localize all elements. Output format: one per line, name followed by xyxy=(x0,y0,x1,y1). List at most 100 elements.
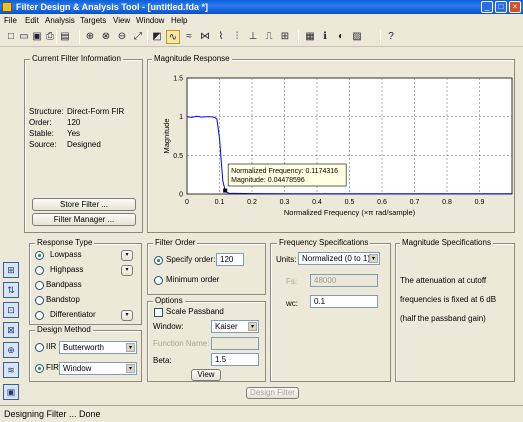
save-icon[interactable]: ▣ xyxy=(30,30,44,44)
window-title: Filter Design & Analysis Tool - [untitle… xyxy=(16,2,209,12)
filter-info-icon[interactable]: ℹ xyxy=(318,30,332,44)
view-button[interactable]: View xyxy=(191,369,221,381)
close-button[interactable]: × xyxy=(509,1,521,13)
fir-radio[interactable] xyxy=(35,364,44,373)
highpass-radio[interactable] xyxy=(35,266,44,275)
function-name-input[interactable] xyxy=(211,337,259,350)
x-axis-label: Normalized Frequency (×π rad/sample) xyxy=(284,208,416,217)
fs-input[interactable]: 48000 xyxy=(310,274,378,287)
zoom-y-icon[interactable]: ⊖ xyxy=(115,30,129,44)
design-method-title: Design Method xyxy=(35,325,93,335)
iir-method-select[interactable]: Butterworth ▾ xyxy=(59,341,137,354)
bandstop-label: Bandstop xyxy=(46,295,80,304)
zoom-x-icon[interactable]: ⊗ xyxy=(99,30,113,44)
menu-bar: File Edit Analysis Targets View Window H… xyxy=(0,14,523,27)
stable-value: Yes xyxy=(67,129,81,138)
open-icon[interactable]: ▭ xyxy=(17,30,31,44)
pole-zero-icon[interactable]: ⊞ xyxy=(278,30,292,44)
units-select[interactable]: Normalized (0 to 1) ▾ xyxy=(298,252,380,265)
beta-label: Beta: xyxy=(153,356,172,365)
pole-zero-editor-icon[interactable]: ⊠ xyxy=(3,322,19,338)
highpass-dropdown-chevron-icon[interactable]: ▾ xyxy=(121,265,133,276)
phase-response-icon[interactable]: ≈ xyxy=(182,30,196,44)
menu-window[interactable]: Window xyxy=(136,14,164,27)
lowpass-label: Lowpass xyxy=(50,250,82,259)
scale-passband-checkbox[interactable] xyxy=(154,308,163,317)
create-multirate-icon[interactable]: ⇅ xyxy=(3,282,19,298)
differentiator-dropdown-chevron-icon[interactable]: ▾ xyxy=(121,310,133,321)
maximize-button[interactable]: □ xyxy=(495,1,507,13)
x-tick-label: 0.7 xyxy=(410,199,420,206)
design-filter-icon[interactable]: ▣ xyxy=(3,384,19,400)
structure-label: Structure: xyxy=(29,107,64,116)
noise-icon[interactable]: ▨ xyxy=(350,30,364,44)
current-filter-title: Current Filter Information xyxy=(30,54,123,64)
transform-filter-icon[interactable]: ⊞ xyxy=(3,262,19,278)
chevron-down-icon: ▾ xyxy=(126,343,135,352)
iir-radio[interactable] xyxy=(35,343,44,352)
group-delay-icon[interactable]: ⌇ xyxy=(214,30,228,44)
x-tick-label: 0.1 xyxy=(215,199,225,206)
lowpass-radio[interactable] xyxy=(35,251,44,260)
print-icon[interactable]: ⎙ xyxy=(43,30,57,44)
whats-this-icon[interactable]: ? xyxy=(384,30,398,44)
datatip-marker xyxy=(223,188,228,193)
differentiator-radio[interactable] xyxy=(35,311,44,320)
phase-delay-icon[interactable]: ⫶ xyxy=(230,30,244,44)
window-select[interactable]: Kaiser ▾ xyxy=(211,320,259,333)
source-label: Source: xyxy=(29,140,57,149)
x-tick-label: 0.4 xyxy=(312,199,322,206)
toolbar-separator xyxy=(380,30,381,44)
fir-label: FIR xyxy=(46,363,59,372)
bandstop-radio[interactable] xyxy=(35,296,44,305)
magnitude-chart[interactable]: 0 0.1 0.2 0.3 0.4 0.5 0.6 0.7 0.8 0.9 0 0.5 1 1.5 Norm… xyxy=(148,66,514,232)
menu-help[interactable]: Help xyxy=(171,14,187,27)
menu-file[interactable]: File xyxy=(4,14,17,27)
filter-specs-icon[interactable]: ◩ xyxy=(150,30,164,44)
impulse-response-icon[interactable]: ⊥ xyxy=(246,30,260,44)
x-tick-label: 0 xyxy=(185,199,189,206)
y-tick-label: 0 xyxy=(179,192,183,199)
import-filter-icon[interactable]: ⊕ xyxy=(3,342,19,358)
design-filter-button[interactable]: Design Filter xyxy=(246,387,299,399)
realize-model-icon[interactable]: ⊡ xyxy=(3,302,19,318)
chevron-down-icon: ▾ xyxy=(369,254,378,263)
x-tick-label: 0.2 xyxy=(247,199,257,206)
full-view-icon[interactable]: ⤢ xyxy=(131,30,145,44)
status-bar: Designing Filter ... Done xyxy=(0,405,523,422)
mag-phase-icon[interactable]: ⋈ xyxy=(198,30,212,44)
print-preview-icon[interactable]: ▤ xyxy=(58,30,72,44)
magnitude-specs-panel xyxy=(395,243,515,382)
order-input[interactable]: 120 xyxy=(216,253,244,266)
zoom-in-icon[interactable]: ⊕ xyxy=(83,30,97,44)
filter-manager-button[interactable]: Filter Manager ... xyxy=(32,213,136,226)
menu-targets[interactable]: Targets xyxy=(80,14,106,27)
store-filter-button[interactable]: Store Filter ... xyxy=(32,198,136,211)
source-value: Designed xyxy=(67,140,101,149)
round-off-icon[interactable]: ◐ xyxy=(334,30,348,44)
status-text: Designing Filter ... Done xyxy=(4,409,101,419)
beta-input[interactable]: 1.5 xyxy=(211,353,259,366)
magnitude-response-icon[interactable]: ∿ xyxy=(166,30,180,44)
coefficients-icon[interactable]: ▦ xyxy=(303,30,317,44)
fir-method-select[interactable]: Window ▾ xyxy=(59,362,137,375)
y-tick-label: 1 xyxy=(179,114,183,121)
menu-edit[interactable]: Edit xyxy=(25,14,39,27)
iir-label: IIR xyxy=(46,342,57,351)
x-tick-label: 0.9 xyxy=(475,199,485,206)
step-response-icon[interactable]: ⎍ xyxy=(262,30,276,44)
specify-order-radio[interactable] xyxy=(154,256,163,265)
bandpass-radio[interactable] xyxy=(35,281,44,290)
new-icon[interactable]: □ xyxy=(4,30,18,44)
menu-view[interactable]: View xyxy=(113,14,130,27)
x-tick-label: 0.3 xyxy=(280,199,290,206)
wc-input[interactable]: 0.1 xyxy=(310,295,378,308)
menu-analysis[interactable]: Analysis xyxy=(45,14,75,27)
window-value: Kaiser xyxy=(215,322,238,331)
structure-value: Direct-Form FIR xyxy=(67,107,125,116)
lowpass-dropdown-chevron-icon[interactable]: ▾ xyxy=(121,250,133,261)
minimize-button[interactable]: _ xyxy=(481,1,493,13)
set-quantization-icon[interactable]: ≋ xyxy=(3,362,19,378)
minimum-order-radio[interactable] xyxy=(154,276,163,285)
wc-label: wc: xyxy=(286,299,298,308)
